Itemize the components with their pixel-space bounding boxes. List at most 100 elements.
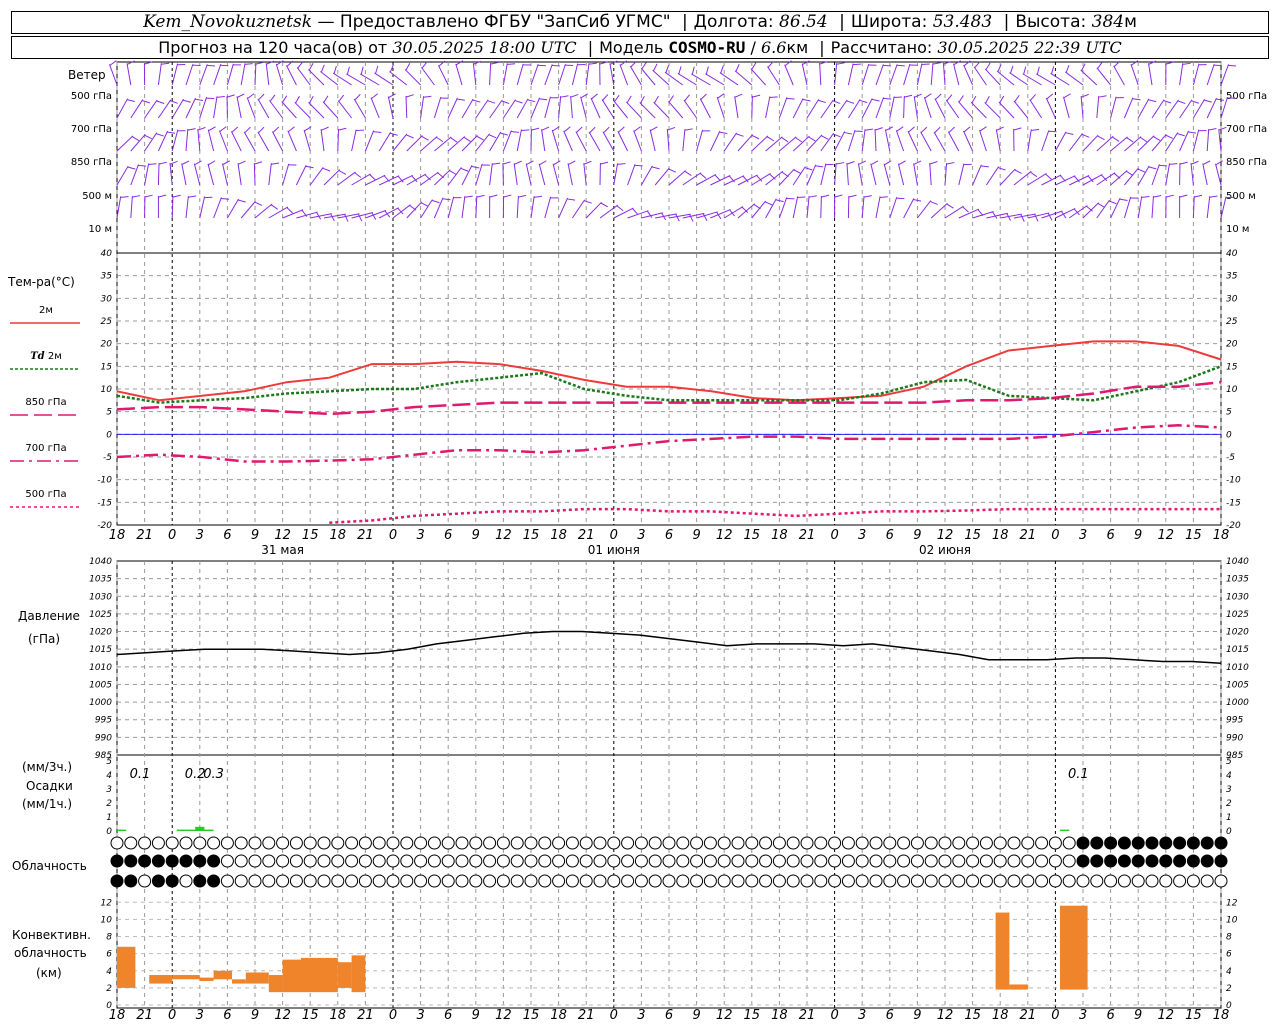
cloud-cover-circle (469, 874, 483, 888)
cloud-circle-outline (1159, 874, 1173, 888)
x-tick-label-bottom: 18 (330, 1008, 347, 1023)
cloud-cover-circle (427, 836, 441, 850)
wind-barb (392, 204, 411, 219)
wind-barb (437, 65, 449, 86)
wind-barb (544, 196, 552, 219)
cloud-circle-outline (248, 836, 262, 850)
cloud-circle-outline (345, 836, 359, 850)
cloud-circle-outline (676, 836, 690, 850)
cloud-cover-circle (386, 874, 400, 888)
legend-2m-label: 2м (39, 305, 53, 316)
cloud-circle-outline (552, 874, 566, 888)
wind-barb-feather (802, 98, 811, 102)
wind-barb (254, 62, 257, 86)
pressure-y-tick-right: 995 (1226, 716, 1243, 726)
wind-barb-feather (1045, 173, 1052, 180)
wind-barb-feather (1152, 136, 1161, 141)
wind-barb-feather (456, 98, 465, 101)
cloud-cover-circle (634, 874, 648, 888)
cloud-circle-full (166, 855, 179, 867)
wind-barb-feather (271, 162, 280, 165)
wind-barb-feather (369, 174, 376, 181)
cloud-circle-outline (414, 874, 428, 888)
cloud-cover-circle (138, 854, 152, 868)
cloud-cover-circle (1021, 836, 1035, 850)
wind-barb-feather (330, 213, 335, 222)
cloud-cover-circle (883, 874, 897, 888)
cloud-cover-circle (1104, 874, 1118, 888)
temp-y-tick-right: -5 (1226, 453, 1235, 463)
cloud-cover-circle (814, 836, 828, 850)
wind-barb-feather (476, 135, 484, 141)
wind-barb (222, 163, 228, 186)
wind-barb-feather (181, 160, 190, 165)
conv-y-tick-right: 4 (1226, 967, 1232, 977)
wind-barb-feather (244, 63, 253, 65)
wind-barb (599, 204, 619, 219)
wind-barb-feather (321, 126, 329, 131)
wind-barb (303, 129, 311, 152)
cloud-circle-outline (897, 836, 911, 850)
conv-bar (268, 975, 283, 993)
wind-barb (243, 131, 256, 152)
cloud-cover-circle (910, 854, 924, 868)
x-tick-label-bottom: 6 (223, 1008, 231, 1023)
cloud-cover-circle (151, 854, 165, 868)
cloud-circle-outline (883, 854, 897, 868)
conv-y-tick-left: 12 (101, 898, 113, 908)
wind-barb (820, 195, 822, 219)
wind-barb (378, 131, 392, 152)
x-tick-label-bottom: 21 (136, 1008, 153, 1023)
cloud-circle-outline (745, 836, 759, 850)
wind-barb (116, 135, 134, 152)
precip-bar (204, 830, 214, 831)
wind-barb-feather (373, 131, 382, 134)
cloud-cover-circle (993, 854, 1007, 868)
cloud-circle-outline (759, 836, 773, 850)
wind-barb (558, 96, 562, 119)
wind-barb-feather (144, 134, 152, 140)
conv-unit: (км) (36, 966, 62, 980)
wind-barb (433, 96, 442, 119)
precip-y-tick-left: 0 (106, 827, 112, 837)
temp-y-tick-left: -20 (97, 521, 112, 531)
wind-barb (351, 129, 357, 152)
wind-barb-feather (1030, 171, 1038, 178)
cloud-cover-circle (993, 836, 1007, 850)
wind-barb-feather (583, 160, 592, 165)
wind-barb-feather (1194, 194, 1203, 198)
cloud-circle-outline (317, 874, 331, 888)
cloud-circle-outline (248, 854, 262, 868)
wind-barb (847, 63, 854, 86)
wind-barb (1110, 170, 1128, 186)
wind-barb (945, 99, 960, 119)
wind-barb (1202, 163, 1208, 186)
cloud-circle-outline (179, 836, 193, 850)
wind-barb (130, 196, 133, 219)
cloud-cover-circle (855, 874, 869, 888)
wind-barb-feather (893, 96, 903, 99)
wind-barb-feather (338, 169, 347, 175)
x-tick-label-bottom: 15 (1185, 1008, 1202, 1023)
wind-barb-feather (717, 93, 725, 99)
wind-barb-feather (1148, 166, 1157, 170)
cloud-circle-full (111, 875, 123, 887)
wind-barb-feather (431, 199, 440, 204)
cloud-cover-circle (579, 874, 593, 888)
wind-barb (226, 63, 234, 86)
cloud-circle-outline (151, 836, 165, 850)
wind-barb (1130, 64, 1139, 86)
wind-barb-feather (1063, 93, 1071, 99)
wind-barb-feather (871, 98, 880, 102)
cloud-circle-outline (331, 836, 345, 850)
conv-y-tick-right: 6 (1226, 950, 1232, 960)
wind-barb-feather (720, 65, 724, 74)
wind-barb (609, 63, 615, 86)
wind-barb-feather (1126, 170, 1134, 176)
cloud-cover-circle (1062, 836, 1076, 850)
wind-barb (903, 95, 905, 119)
wind-barb-feather (1137, 168, 1146, 173)
wind-barb-feather (503, 194, 512, 198)
temp-y-tick-left: 5 (106, 408, 112, 418)
x-tick-label-bottom: 15 (523, 1008, 540, 1023)
